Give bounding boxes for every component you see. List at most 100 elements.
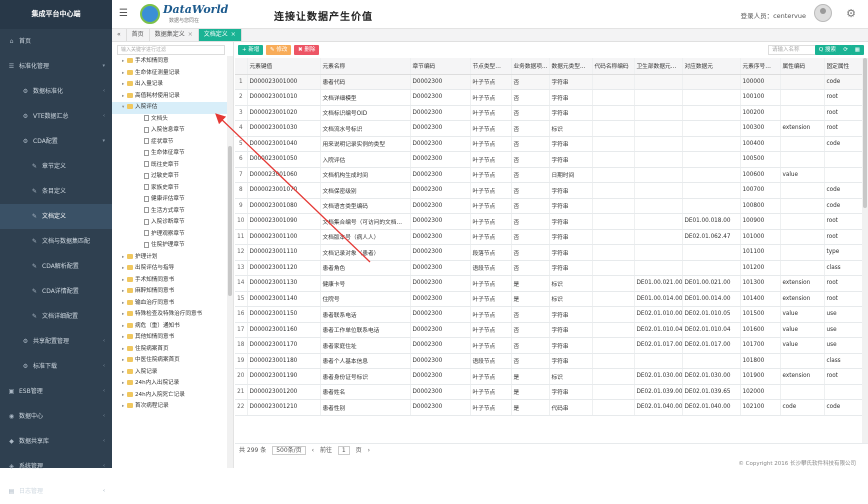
sidebar-item-12[interactable]: ⚙ 共享配置管理 ‹ [0,329,112,354]
tree-node[interactable]: 既往史章节 [112,160,227,172]
table-row[interactable]: 5 D000023001040 用来说明记录实例的类型 D0002300 叶子节点否字符… [235,136,862,152]
tree-node[interactable]: ▸ 手术知情同意 [112,56,227,68]
sidebar-item-2[interactable]: ⚙ 数据标准化 ‹ [0,79,112,104]
add-button[interactable]: + 新增 [238,45,264,55]
tree-node[interactable]: 家族史章节 [112,183,227,195]
sidebar-item-3[interactable]: ⚙ VTE数据汇总 ‹ [0,104,112,129]
sidebar-item-18[interactable]: ▤ 日志管理 ‹ [0,479,112,504]
avatar[interactable] [814,4,832,22]
column-header[interactable]: 代码名称编码 [592,58,635,75]
sidebar-item-14[interactable]: ▣ ESB管理 ‹ [0,379,112,404]
tree-filter-input[interactable]: 输入关键字进行过滤 [117,45,225,55]
table-row[interactable]: 22 D000023001210 患者性别 D0002300 叶子节点是代码串 DE02.… [235,399,862,416]
tree-node[interactable]: ▸ 手术知情同意书 [112,275,227,287]
gear-icon[interactable]: ⚙ [846,7,856,20]
prev-page-button[interactable]: ‹ [312,447,314,454]
edit-button[interactable]: ✎ 修改 [266,45,292,55]
page-number-input[interactable]: 1 [337,446,350,455]
menu-toggle-icon[interactable]: ☰ [119,8,128,19]
sidebar-item-10[interactable]: ✎ CDA详情配置 [0,279,112,304]
column-header[interactable]: 固定属性 [824,58,862,75]
sidebar-item-8[interactable]: ✎ 文档与数据集匹配 [0,229,112,254]
delete-button[interactable]: ✖ 删除 [294,45,320,55]
table-row[interactable]: 4 D000023001030 文档流水号标识 D0002300 叶子节点否标识 1003… [235,120,862,137]
tree-node[interactable]: ▸ 其他知情同意书 [112,332,227,344]
table-row[interactable]: 16 D000023001150 患者联系电话 D0002300 叶子节点否字符串 DE0… [235,306,862,323]
sidebar-item-15[interactable]: ◉ 数据中心 ‹ [0,404,112,429]
table-row[interactable]: 7 D000023001060 文档机构生成时间 D0002300 叶子节点否日期时间 1… [235,167,862,183]
columns-button[interactable]: ▦ [850,45,864,55]
table-row[interactable]: 15 D000023001140 住院号 D0002300 叶子节点是标识 DE01.00… [235,291,862,307]
table-row[interactable]: 18 D000023001170 患者家庭住址 D0002300 叶子节点否字符串 DE0… [235,337,862,354]
table-row[interactable]: 19 D000023001180 患者个人基本信息 D0002300 语段节点否字符串 1… [235,353,862,369]
sidebar-item-5[interactable]: ✎ 章节定义 [0,154,112,179]
tree-node[interactable]: ▸ 出院评估与指导 [112,263,227,275]
tab-0[interactable]: 首页 [127,29,150,41]
table-row[interactable]: 6 D000023001050 入院评估 D0002300 叶子节点否字符串 100500 [235,151,862,168]
tree-node[interactable]: 入院诊断章节 [112,217,227,229]
close-icon[interactable]: × [231,31,236,38]
page-size-select[interactable]: 500条/页 [272,446,306,455]
close-icon[interactable]: × [188,31,193,38]
column-header[interactable] [235,58,248,75]
table-row[interactable]: 21 D000023001200 患者姓名 D0002300 叶子节点是字符串 DE02.… [235,384,862,400]
table-row[interactable]: 17 D000023001160 患者工作单位联系电话 D0002300 叶子节点否字符… [235,322,862,338]
tab-1[interactable]: 数据集定义 × [150,29,199,41]
table-row[interactable]: 20 D000023001190 患者身份证号标识 D0002300 叶子节点是标识 DE… [235,368,862,385]
table-row[interactable]: 13 D000023001120 患者角色 D0002300 语段节点否字符串 10120… [235,260,862,276]
tree-node[interactable]: ▸ 首次病程记录 [112,401,227,413]
grid-scrollbar[interactable] [862,58,868,443]
table-row[interactable]: 12 D000023001110 文档记录对象（患者） D0002300 段落节点否字符… [235,244,862,261]
table-row[interactable]: 11 D000023001100 文档版本号（病人人） D0002300 叶子节点否字符… [235,229,862,245]
table-row[interactable]: 10 D000023001090 文档集合编号（可访问的文档… D0002300 叶子节… [235,213,862,230]
table-row[interactable]: 9 D000023001080 文档语言类型编码 D0002300 叶子节点否字符串 10… [235,198,862,214]
tree-node[interactable]: ▸ 麻醉知情同意书 [112,286,227,298]
sidebar-item-6[interactable]: ✎ 条目定义 [0,179,112,204]
tree-node[interactable]: ▸ 24h内入出院记录 [112,378,227,390]
sidebar-item-11[interactable]: ✎ 文档详细配置 [0,304,112,329]
column-header[interactable]: 卫生部数据元… [634,58,683,75]
tree-node[interactable]: ▸ 特殊检查及特殊治疗同意书 [112,309,227,321]
sidebar-item-1[interactable]: ☰ 标准化管理 ▾ [0,54,112,79]
tree-node[interactable]: 入院信息章节 [112,125,227,137]
search-button[interactable]: Q 搜索 [814,45,840,55]
table-row[interactable]: 3 D000023001020 文档标识编号OID D0002300 叶子节点否字符串 1… [235,105,862,121]
sidebar-item-9[interactable]: ✎ CDA解析配置 [0,254,112,279]
tree-node[interactable]: ▸ 病危（重）通知书 [112,321,227,333]
tree-node[interactable]: ▸ 高值耗材使用记录 [112,91,227,103]
column-header[interactable]: 元素名称 [320,58,411,75]
tree-node[interactable]: 住院护理章节 [112,240,227,252]
sidebar-item-7[interactable]: ✎ 文档定义 [0,204,112,229]
tree-node[interactable]: ▸ 出入量记录 [112,79,227,91]
tree-node[interactable]: ▸ 住院病案首页 [112,344,227,356]
next-page-button[interactable]: › [368,447,370,454]
tab-scroll-left-icon[interactable]: « [112,29,127,41]
column-header[interactable]: 对应数据元 [682,58,741,75]
column-header[interactable]: 属性编码 [780,58,825,75]
search-input[interactable]: 请输入名称 [768,45,820,55]
tree-node[interactable]: ▸ 生命体征测量记录 [112,68,227,80]
sidebar-item-13[interactable]: ⚙ 标准下载 ‹ [0,354,112,379]
column-header[interactable]: 数据元类型… [549,58,593,75]
grid-scrollbar-thumb[interactable] [863,58,867,208]
login-user[interactable]: centervue [773,12,806,20]
tree-node[interactable]: 健康评估章节 [112,194,227,206]
tree-node[interactable]: ▸ 入院记录 [112,367,227,379]
tree-node[interactable]: 生命体征章节 [112,148,227,160]
column-header[interactable]: 章节编码 [410,58,471,75]
tree-node[interactable]: ▸ 输血治疗同意书 [112,298,227,310]
tree-node[interactable]: ▸ 中医住院病案首页 [112,355,227,367]
table-row[interactable]: 14 D000023001130 健康卡号 D0002300 叶子节点是标识 DE01.0… [235,275,862,292]
tree-scrollbar[interactable] [227,56,233,468]
tree-node[interactable]: ▸ 24h内入院死亡记录 [112,390,227,402]
tree-node[interactable]: 文档头 [112,114,227,126]
tree-scrollbar-thumb[interactable] [228,146,232,296]
sidebar-item-0[interactable]: ⌂ 首页 [0,29,112,54]
column-header[interactable]: 元素序号… [740,58,781,75]
sidebar-item-17[interactable]: ◈ 系统管理 ‹ [0,454,112,479]
tree-node[interactable]: 护理观察章节 [112,229,227,241]
tree-node[interactable]: 生活方式章节 [112,206,227,218]
column-header[interactable]: 业务数据项… [511,58,550,75]
table-row[interactable]: 2 D000023001010 文档详细模型 D0002300 叶子节点否字符串 1001… [235,89,862,106]
column-header[interactable]: 元素键值 [247,58,321,75]
